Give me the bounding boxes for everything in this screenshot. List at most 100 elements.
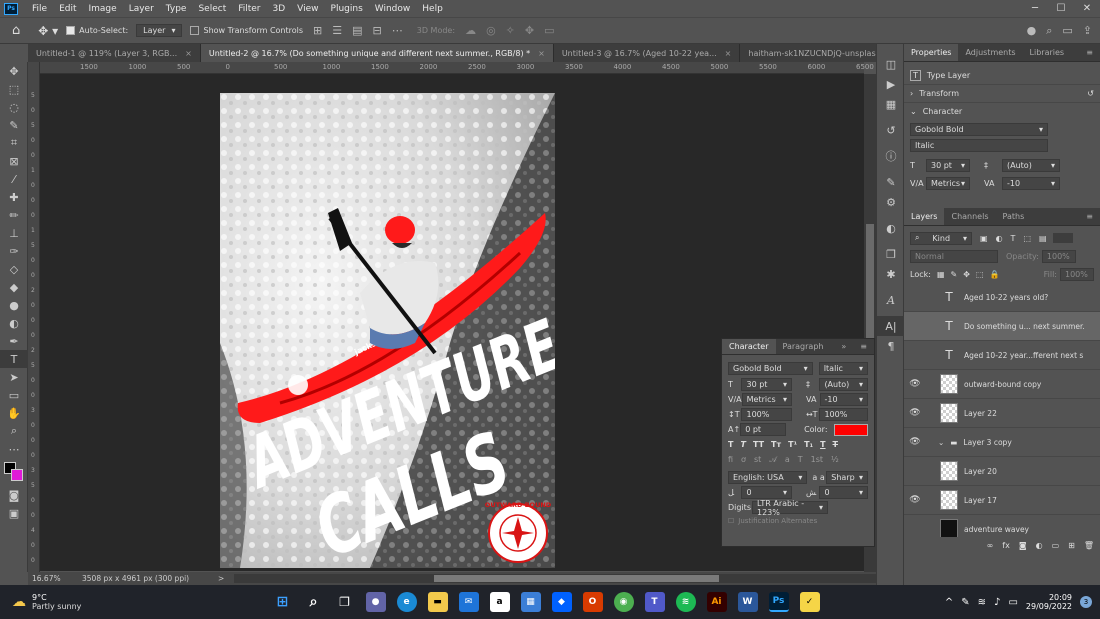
- libraries-icon[interactable]: ◫: [877, 54, 905, 74]
- titling-alt-icon[interactable]: T: [798, 455, 803, 464]
- menu-image[interactable]: Image: [83, 4, 123, 14]
- frame-tool-icon[interactable]: ⊠: [0, 152, 28, 170]
- pen-tool-icon[interactable]: ✒: [0, 332, 28, 350]
- char-leading-field[interactable]: (Auto) ▾: [819, 378, 868, 391]
- user-icon[interactable]: ●: [1027, 24, 1037, 37]
- character-section[interactable]: ⌄ Character: [904, 102, 1100, 120]
- all-caps-icon[interactable]: TT: [753, 440, 764, 449]
- group-expand-icon[interactable]: ⌄: [938, 438, 944, 447]
- close-tab-icon[interactable]: ×: [725, 49, 732, 58]
- tab-libraries[interactable]: Libraries: [1023, 44, 1072, 61]
- zoom-level[interactable]: 16.67%: [28, 574, 68, 583]
- hand-tool-icon[interactable]: ✋: [0, 404, 28, 422]
- menu-type[interactable]: Type: [160, 4, 193, 14]
- word-icon[interactable]: W: [737, 592, 758, 612]
- char-panel-menu-icon[interactable]: ≡: [853, 339, 874, 354]
- add-mask-icon[interactable]: ◙: [1019, 541, 1027, 550]
- prop-size-field[interactable]: 30 pt ▾: [926, 158, 970, 172]
- lock-all-icon[interactable]: 🔒: [989, 270, 999, 279]
- horizontal-scrollbar[interactable]: [234, 574, 876, 583]
- slide-3d-icon[interactable]: ▭: [544, 24, 554, 37]
- share-icon[interactable]: ⇪: [1083, 24, 1092, 37]
- teams-icon[interactable]: T: [644, 592, 665, 612]
- eye-icon[interactable]: 👁: [904, 437, 926, 447]
- menu-edit[interactable]: Edit: [53, 4, 82, 14]
- volume-icon[interactable]: ♪: [994, 597, 1000, 608]
- zoom-tool-icon[interactable]: ⌕: [0, 422, 28, 440]
- layer-row[interactable]: adventure wavey: [904, 515, 1100, 537]
- menu-3d[interactable]: 3D: [267, 4, 292, 14]
- amazon-icon[interactable]: a: [489, 592, 510, 612]
- document-canvas[interactable]: jackson ADVENTURE CALLS OUTWARD BOUND: [220, 93, 555, 568]
- prop-style-dropdown[interactable]: Italic: [910, 138, 1048, 152]
- antialias-dropdown[interactable]: Sharp ▾: [826, 471, 868, 484]
- teams-chat-icon[interactable]: ●: [365, 592, 386, 612]
- actions-icon[interactable]: ▦: [877, 94, 905, 114]
- superscript-icon[interactable]: T¹: [788, 440, 797, 449]
- menu-help[interactable]: Help: [416, 4, 449, 14]
- dropbox-icon[interactable]: ◆: [551, 592, 572, 612]
- paragraph-panel-icon[interactable]: ¶: [877, 336, 905, 356]
- eraser-tool-icon[interactable]: ◇: [0, 260, 28, 278]
- tray-chevron-icon[interactable]: ^: [945, 597, 953, 608]
- fx-icon[interactable]: fx: [1002, 541, 1010, 550]
- panel-menu-icon[interactable]: ≡: [1079, 44, 1100, 61]
- ordinals-icon[interactable]: 1st: [811, 455, 823, 464]
- windows-start-icon[interactable]: ⊞: [273, 592, 293, 612]
- digits-dropdown[interactable]: LTR Arabic - 123% ▾: [752, 499, 828, 517]
- glyphs-icon[interactable]: A: [877, 290, 905, 310]
- adjust-icon[interactable]: ⚙: [877, 192, 905, 212]
- lock-transparent-icon[interactable]: ▦: [937, 270, 945, 279]
- move-tool-icon[interactable]: ✥: [0, 62, 28, 80]
- filter-adjust-icon[interactable]: ◐: [996, 234, 1003, 243]
- transform-section[interactable]: › Transform ↺: [904, 84, 1100, 102]
- layer-row[interactable]: Layer 20: [904, 457, 1100, 486]
- layer-row[interactable]: T Aged 10-22 years old?: [904, 283, 1100, 312]
- layers-menu-icon[interactable]: ≡: [1079, 208, 1100, 225]
- prop-tracking-field[interactable]: -10 ▾: [1002, 176, 1060, 190]
- task-view-icon[interactable]: ❐: [335, 592, 355, 612]
- layer-row[interactable]: 👁 outward-bound copy: [904, 370, 1100, 399]
- history-icon[interactable]: ↺: [877, 120, 905, 140]
- tab-properties[interactable]: Properties: [904, 44, 959, 61]
- faux-italic-icon[interactable]: T: [740, 440, 745, 449]
- stamp-tool-icon[interactable]: ⊥: [0, 224, 28, 242]
- filter-smart-icon[interactable]: ▤: [1039, 234, 1047, 243]
- chrome-icon[interactable]: ◉: [613, 592, 634, 612]
- document-tab[interactable]: Untitled-2 @ 16.7% (Do something unique …: [200, 44, 554, 62]
- info-icon[interactable]: ⓘ: [877, 146, 905, 166]
- eyedropper-tool-icon[interactable]: ⁄: [0, 170, 28, 188]
- tab-layers[interactable]: Layers: [904, 208, 945, 225]
- crop-tool-icon[interactable]: ⌗: [0, 134, 28, 152]
- tab-adjustments[interactable]: Adjustments: [958, 44, 1022, 61]
- gradient-tool-icon[interactable]: ◆: [0, 278, 28, 296]
- lock-position-icon[interactable]: ✥: [963, 270, 970, 279]
- transform-controls-checkbox[interactable]: Show Transform Controls: [190, 26, 303, 35]
- quick-select-tool-icon[interactable]: ✎: [0, 116, 28, 134]
- lasso-tool-icon[interactable]: ◌: [0, 98, 28, 116]
- eye-icon[interactable]: 👁: [904, 495, 926, 505]
- small-caps-icon[interactable]: Tт: [771, 440, 781, 449]
- layer-row[interactable]: T Do something u... next summer.: [904, 312, 1100, 341]
- fill-field[interactable]: 100%: [1060, 267, 1094, 281]
- lock-artboard-icon[interactable]: ⬚: [976, 270, 984, 279]
- prop-leading-field[interactable]: (Auto) ▾: [1002, 158, 1060, 172]
- stylistic-alt-icon[interactable]: a: [785, 455, 790, 464]
- edge-icon[interactable]: e: [396, 592, 417, 612]
- brush-settings-icon[interactable]: ✎: [877, 172, 905, 192]
- tab-channels[interactable]: Channels: [944, 208, 995, 225]
- play-icon[interactable]: ▶: [877, 74, 905, 94]
- styles-icon[interactable]: ✱: [877, 264, 905, 284]
- roll-3d-icon[interactable]: ✧: [506, 24, 515, 37]
- subscript-icon[interactable]: T₁: [804, 440, 813, 449]
- close-tab-icon[interactable]: ×: [185, 49, 192, 58]
- rotate-3d-icon[interactable]: ◎: [486, 24, 496, 37]
- more-options-icon[interactable]: ⋯: [392, 24, 403, 37]
- eye-icon[interactable]: 👁: [904, 408, 926, 418]
- close-icon[interactable]: ✕: [1074, 3, 1100, 14]
- prop-font-dropdown[interactable]: Gobold Bold ▾: [910, 122, 1048, 136]
- char-tracking-field[interactable]: -10 ▾: [819, 393, 868, 406]
- filter-type-icon[interactable]: T: [1011, 234, 1016, 243]
- language-dropdown[interactable]: English: USA ▾: [728, 471, 808, 484]
- move-tool-icon[interactable]: ✥ ▾: [38, 24, 58, 38]
